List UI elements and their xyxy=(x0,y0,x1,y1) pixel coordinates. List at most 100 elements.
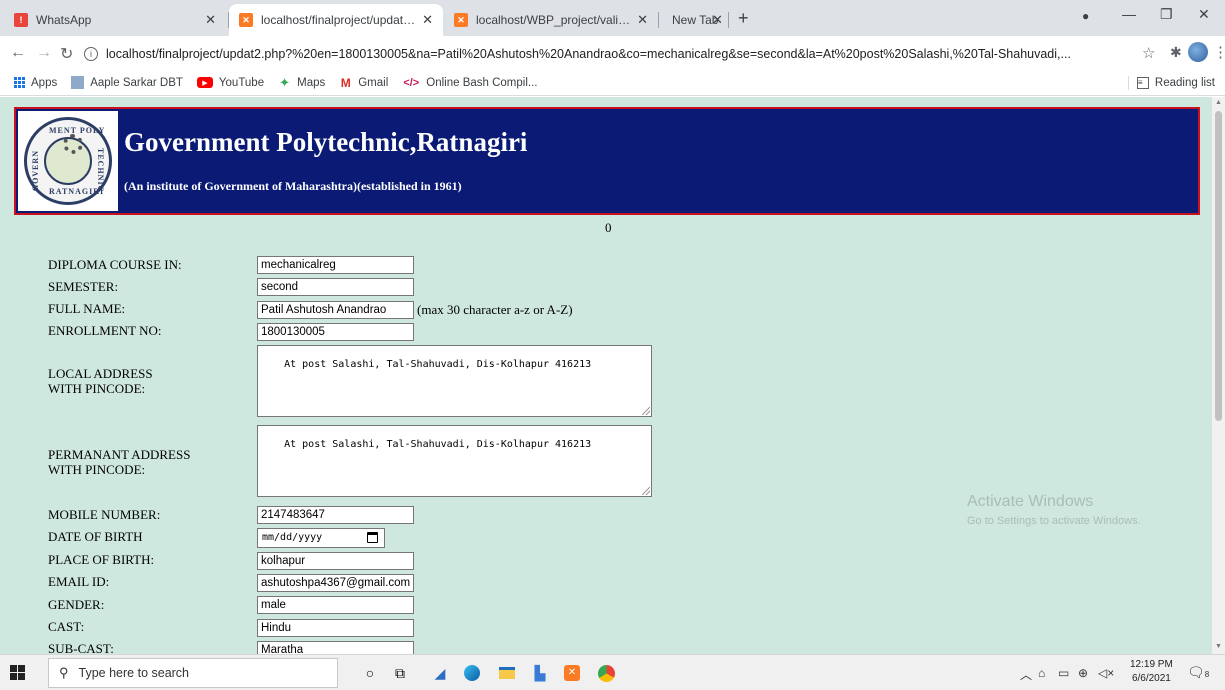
calendar-icon[interactable] xyxy=(367,532,378,543)
local-address-label-line1: LOCAL ADDRESS xyxy=(48,366,153,381)
permanent-address-label-line1: PERMANANT ADDRESS xyxy=(48,447,191,462)
fullname-input[interactable]: Patil Ashutosh Anandrao xyxy=(257,301,414,319)
scroll-up-icon[interactable]: ▲ xyxy=(1215,99,1222,106)
browser-toolbar: ← → ↻ i localhost/finalproject/updat2.ph… xyxy=(0,36,1225,70)
gmail-icon: M xyxy=(340,75,351,90)
document-icon xyxy=(71,76,85,89)
bookmark-gmail[interactable]: M Gmail xyxy=(339,75,389,90)
tab-search-icon[interactable]: ● xyxy=(1082,9,1089,23)
bookmark-aaple-sarkar[interactable]: Aaple Sarkar DBT xyxy=(71,76,183,89)
code-brackets-icon: </> xyxy=(403,76,420,89)
cortana-circle-icon[interactable]: ○ xyxy=(360,663,380,683)
speaker-icon[interactable]: ◁× xyxy=(1098,666,1114,680)
scrollbar-thumb[interactable] xyxy=(1215,111,1222,421)
cast-input[interactable]: Hindu xyxy=(257,619,414,637)
resize-handle-icon[interactable] xyxy=(642,487,650,495)
search-icon: ⚲ xyxy=(59,665,69,680)
whatsapp-favicon-icon: ! xyxy=(14,13,28,27)
app-icon[interactable]: ◢ xyxy=(430,663,450,683)
fullname-label: FULL NAME: xyxy=(48,301,126,316)
permanent-address-label-line2: WITH PINCODE: xyxy=(48,462,146,477)
tab-divider xyxy=(658,12,659,28)
page-content: MENT POLY GOVERN TECHNIC RATNAGIRI Gover… xyxy=(0,97,1212,654)
taskbar-search-box[interactable]: ⚲ Type here to search xyxy=(48,658,338,688)
pob-label: PLACE OF BIRTH: xyxy=(48,552,155,567)
scroll-down-icon[interactable]: ▼ xyxy=(1215,643,1222,650)
show-hidden-icons-icon[interactable]: ︿ xyxy=(1020,666,1032,683)
xampp-taskbar-icon[interactable]: ✕ xyxy=(562,663,582,683)
bookmark-star-icon[interactable]: ☆ xyxy=(1142,44,1155,62)
close-tab-icon[interactable]: ✕ xyxy=(712,12,723,28)
network-globe-icon[interactable]: ⊕ xyxy=(1078,666,1088,680)
back-arrow-icon[interactable]: ← xyxy=(10,44,26,62)
onedrive-icon[interactable]: ⌂ xyxy=(1038,666,1045,680)
course-input[interactable]: mechanicalreg xyxy=(257,256,414,274)
semester-input[interactable]: second xyxy=(257,278,414,296)
email-label: EMAIL ID: xyxy=(48,574,110,589)
file-manager-icon[interactable]: ▙ xyxy=(530,663,550,683)
restore-icon[interactable]: ❐ xyxy=(1160,6,1173,23)
reading-list-icon: ≡ xyxy=(1136,77,1149,89)
youtube-icon: ▶ xyxy=(196,77,213,88)
enrollment-input[interactable]: 1800130005 xyxy=(257,323,414,341)
semester-label: SEMESTER: xyxy=(48,279,119,294)
pob-input[interactable]: kolhapur xyxy=(257,552,414,570)
windows-start-icon[interactable] xyxy=(10,665,25,680)
tab-divider xyxy=(728,12,729,28)
local-address-textarea[interactable]: At post Salashi, Tal-Shahuvadi, Dis-Kolh… xyxy=(257,345,652,417)
mobile-label: MOBILE NUMBER: xyxy=(48,507,161,522)
xampp-favicon-icon: ✕ xyxy=(239,13,253,27)
resize-handle-icon[interactable] xyxy=(642,407,650,415)
logo-seal-icon: MENT POLY GOVERN TECHNIC RATNAGIRI xyxy=(24,117,112,205)
dob-date-input[interactable]: mm/dd/yyyy xyxy=(257,528,385,548)
minimize-icon[interactable]: — xyxy=(1122,6,1136,22)
chrome-taskbar-icon[interactable] xyxy=(596,663,616,683)
taskbar-clock[interactable]: 12:19 PM 6/6/2021 xyxy=(1130,658,1173,686)
cast-label: CAST: xyxy=(48,619,85,634)
close-window-icon[interactable]: ✕ xyxy=(1198,6,1210,23)
address-bar[interactable]: i localhost/finalproject/updat2.php?%20e… xyxy=(84,41,1136,66)
task-view-icon[interactable]: ⧉ xyxy=(390,663,410,683)
forward-arrow-icon[interactable]: → xyxy=(36,44,52,62)
battery-icon[interactable]: ▭ xyxy=(1058,666,1069,680)
tab-updat2[interactable]: ✕ localhost/finalproject/updat2.php ✕ xyxy=(229,4,443,36)
local-address-label-line2: WITH PINCODE: xyxy=(48,381,146,396)
reload-icon[interactable]: ↻ xyxy=(60,44,73,64)
page-subtitle: (An institute of Government of Maharasht… xyxy=(124,179,462,193)
bookmarks-divider xyxy=(1128,76,1129,90)
profile-avatar[interactable] xyxy=(1188,42,1208,62)
college-logo: MENT POLY GOVERN TECHNIC RATNAGIRI xyxy=(18,111,118,211)
extensions-puzzle-icon[interactable]: ✱ xyxy=(1170,44,1182,61)
email-input[interactable]: ashutoshpa4367@gmail.com xyxy=(257,574,414,592)
gender-label: GENDER: xyxy=(48,597,105,612)
kebab-menu-icon[interactable]: ⋮ xyxy=(1213,43,1225,61)
dob-label: DATE OF BIRTH xyxy=(48,529,143,544)
url-text: localhost/finalproject/updat2.php?%20en=… xyxy=(106,46,1071,61)
page-title: Government Polytechnic,Ratnagiri xyxy=(124,127,528,157)
tab-validate[interactable]: ✕ localhost/WBP_project/validate.p ✕ xyxy=(444,4,658,36)
tab-whatsapp[interactable]: ! WhatsApp ✕ xyxy=(4,4,226,36)
close-tab-icon[interactable]: ✕ xyxy=(205,12,216,28)
page-scrollbar[interactable]: ▲ ▼ xyxy=(1212,97,1225,654)
gender-input[interactable]: male xyxy=(257,596,414,614)
new-tab-plus-icon[interactable]: + xyxy=(738,8,749,29)
mobile-input[interactable]: 2147483647 xyxy=(257,506,414,524)
apps-grid-icon xyxy=(14,77,25,88)
edge-browser-icon[interactable] xyxy=(462,663,482,683)
permanent-address-textarea[interactable]: At post Salashi, Tal-Shahuvadi, Dis-Kolh… xyxy=(257,425,652,497)
info-icon[interactable]: i xyxy=(84,46,98,61)
subcast-input[interactable]: Maratha xyxy=(257,641,414,654)
fullname-hint: (max 30 character a-z or A-Z) xyxy=(417,302,573,317)
bookmark-online-bash[interactable]: </> Online Bash Compil... xyxy=(402,76,537,89)
notification-center-icon[interactable]: 🗨8 xyxy=(1187,664,1209,681)
bookmark-youtube[interactable]: ▶ YouTube xyxy=(196,77,264,89)
file-explorer-icon[interactable] xyxy=(497,663,517,683)
reading-list[interactable]: ≡ Reading list xyxy=(1136,70,1215,96)
bookmark-apps[interactable]: Apps xyxy=(14,77,57,89)
close-tab-icon[interactable]: ✕ xyxy=(422,12,433,28)
tab-strip: ! WhatsApp ✕ ✕ localhost/finalproject/up… xyxy=(0,0,1225,36)
bookmark-maps[interactable]: ✦ Maps xyxy=(278,75,325,90)
bookmarks-bar: Apps Aaple Sarkar DBT ▶ YouTube ✦ Maps M… xyxy=(0,70,1225,96)
close-tab-icon[interactable]: ✕ xyxy=(637,12,648,28)
site-header: MENT POLY GOVERN TECHNIC RATNAGIRI Gover… xyxy=(14,107,1200,215)
